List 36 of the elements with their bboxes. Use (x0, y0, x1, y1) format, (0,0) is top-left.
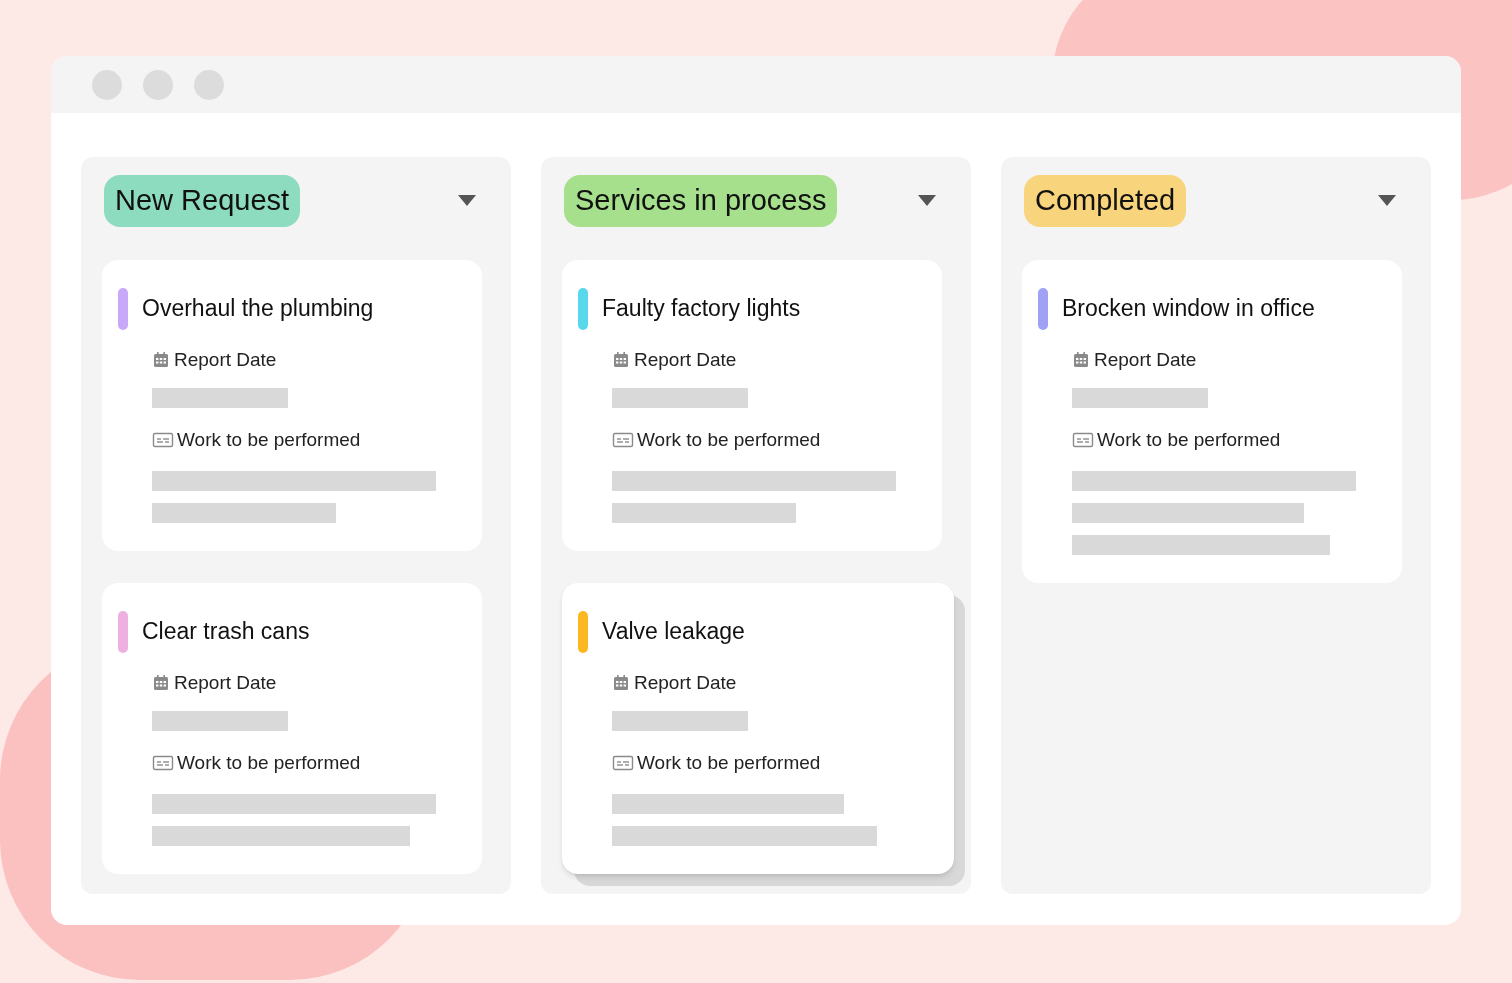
dropdown-caret-icon[interactable] (458, 195, 476, 207)
card-title: Valve leakage (602, 617, 745, 647)
calendar-icon (152, 673, 170, 692)
task-card[interactable]: Overhaul the plumbing Report Date Work to be performed (102, 259, 482, 551)
calendar-icon (612, 673, 630, 692)
field-label: Report Date (174, 347, 277, 372)
task-card[interactable]: Faulty factory lights Report Date Work to be performed (562, 259, 942, 551)
calendar-icon (1072, 350, 1090, 369)
card-title: Clear trash cans (142, 617, 310, 647)
dropdown-caret-icon[interactable] (918, 195, 936, 207)
card-title: Brocken window in office (1062, 294, 1315, 324)
text-field-icon (152, 431, 174, 450)
calendar-icon (152, 350, 170, 369)
text-field-icon (152, 754, 174, 773)
column-status-label: New Request (104, 175, 301, 227)
field-label: Work to be performed (177, 751, 361, 775)
task-card[interactable]: Brocken window in office Report Date Work to be performed (1022, 259, 1402, 583)
dropdown-caret-icon[interactable] (1378, 195, 1396, 207)
field-label: Report Date (634, 670, 737, 695)
field-label: Report Date (174, 670, 277, 695)
calendar-icon (612, 350, 630, 369)
task-card[interactable]: Valve leakage Report Date Work to be performed (562, 582, 954, 874)
column-status-label: Completed (1024, 175, 1187, 227)
field-label: Work to be performed (1097, 428, 1281, 452)
text-field-icon (1072, 431, 1094, 450)
card-title: Overhaul the plumbing (142, 294, 374, 324)
text-field-icon (612, 754, 634, 773)
field-label: Work to be performed (637, 428, 821, 452)
field-label: Report Date (634, 347, 737, 372)
task-card[interactable]: Clear trash cans Report Date Work to be performed (102, 582, 482, 874)
text-field-icon (612, 431, 634, 450)
column-status-label: Services in process (564, 175, 838, 227)
field-label: Work to be performed (637, 751, 821, 775)
field-label: Report Date (1094, 347, 1197, 372)
field-label: Work to be performed (177, 428, 361, 452)
card-title: Faulty factory lights (602, 294, 801, 324)
